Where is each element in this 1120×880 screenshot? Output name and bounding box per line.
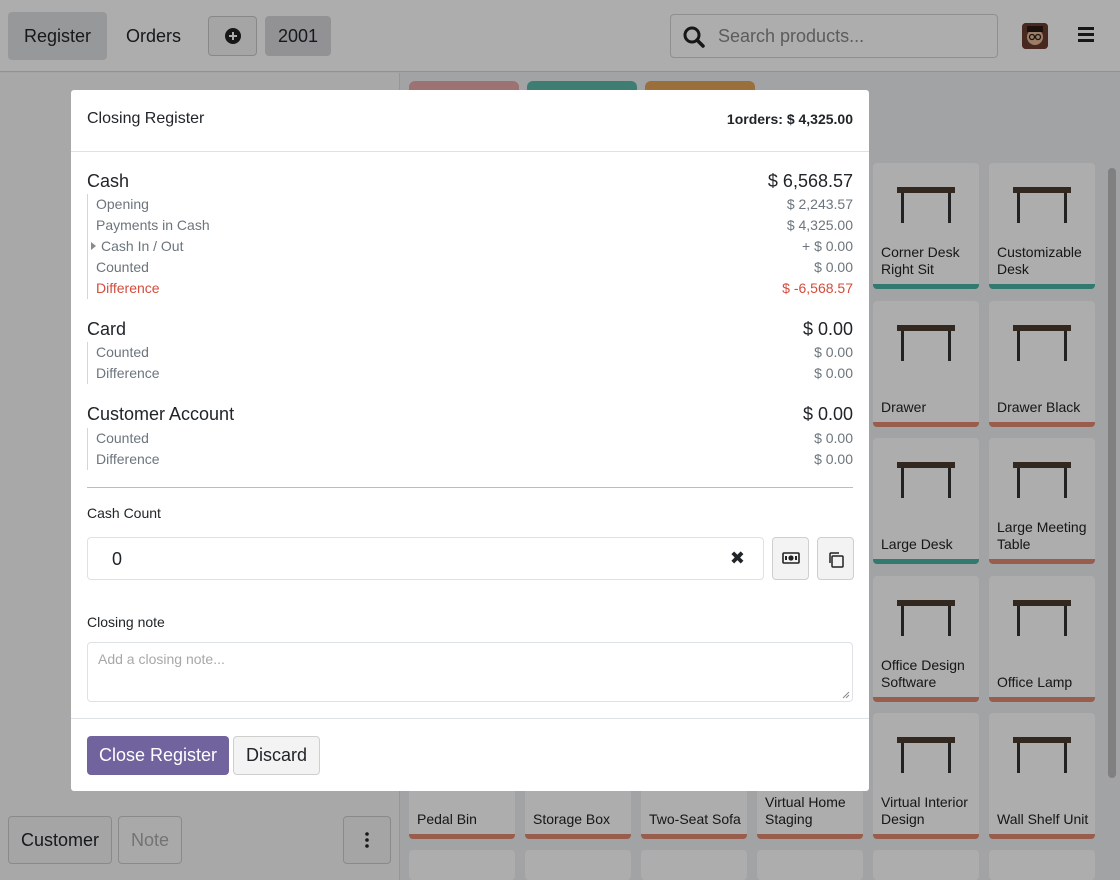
discard-button[interactable]: Discard: [233, 736, 321, 775]
cash-count-input[interactable]: 0 ✖: [87, 537, 764, 580]
customer-account-difference-row: Difference $ 0.00: [96, 451, 853, 467]
section-divider: [87, 487, 853, 488]
clear-icon[interactable]: ✖: [730, 548, 745, 569]
cash-payments-row: Payments in Cash $ 4,325.00: [96, 217, 853, 233]
card-section-title: Card: [87, 319, 127, 339]
resize-grip-icon[interactable]: [842, 691, 850, 699]
cash-total: $ 6,568.57: [767, 171, 853, 191]
cash-in-out-row[interactable]: Cash In / Out + $ 0.00: [88, 236, 853, 257]
close-register-button[interactable]: Close Register: [87, 736, 230, 775]
cash-section-title: Cash: [87, 171, 130, 191]
cash-details: Opening $ 2,243.57 Payments in Cash $ 4,32…: [87, 194, 853, 299]
closing-note-label: Closing note: [87, 614, 165, 630]
orders-summary: 1orders: $ 4,325.00: [726, 111, 853, 127]
customer-account-counted-row: Counted $ 0.00: [96, 430, 853, 446]
card-total: $ 0.00: [802, 319, 853, 339]
card-details: Counted $ 0.00 Difference $ 0.00: [87, 342, 853, 384]
customer-account-details: Counted $ 0.00 Difference $ 0.00: [87, 428, 853, 470]
dialog-title: Closing Register: [87, 110, 205, 127]
card-counted-row: Counted $ 0.00: [96, 344, 853, 360]
expand-caret-icon[interactable]: [91, 242, 96, 250]
cash-counted-row: Counted $ 0.00: [96, 259, 853, 275]
dialog-header: Closing Register 1orders: $ 4,325.00: [71, 90, 869, 152]
closing-note-placeholder: Add a closing note...: [98, 651, 225, 667]
customer-account-section-title: Customer Account: [87, 404, 235, 424]
card-difference-row: Difference $ 0.00: [96, 365, 853, 381]
copy-amount-button[interactable]: [817, 537, 854, 580]
customer-account-total: $ 0.00: [802, 404, 853, 424]
cash-details-button[interactable]: [772, 537, 809, 580]
cash-count-label: Cash Count: [87, 505, 161, 521]
closing-note-textarea[interactable]: Add a closing note...: [87, 642, 853, 702]
cash-count-value: 0: [112, 549, 123, 569]
dialog-footer: Close Register Discard: [71, 718, 869, 791]
money-icon: [782, 552, 800, 564]
copy-icon: [829, 552, 844, 568]
cash-difference-row: Difference $ -6,568.57: [96, 280, 853, 296]
cash-opening-row: Opening $ 2,243.57: [96, 196, 853, 212]
closing-register-dialog: Closing Register 1orders: $ 4,325.00 Cas…: [71, 90, 869, 791]
